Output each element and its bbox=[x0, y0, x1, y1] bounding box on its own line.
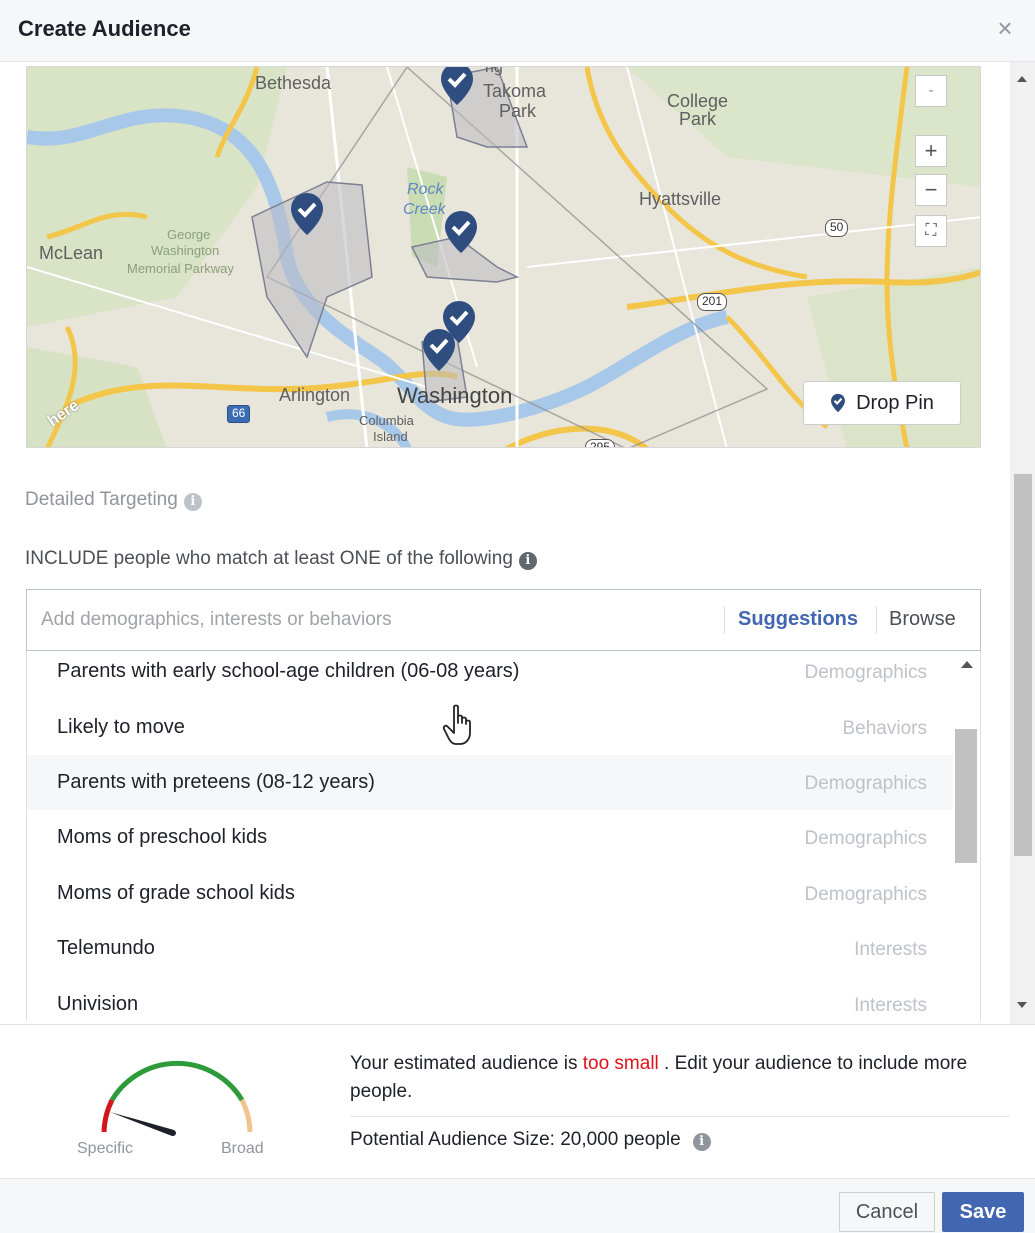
map-label-columbia: Columbia bbox=[359, 413, 414, 428]
info-icon[interactable]: i bbox=[692, 1133, 711, 1151]
map-label-fragment: ng bbox=[485, 66, 503, 76]
drop-pin-label: Drop Pin bbox=[856, 391, 934, 414]
close-icon[interactable]: × bbox=[991, 14, 1019, 42]
dialog-header: Create Audience × bbox=[0, 0, 1035, 62]
item-category: Demographics bbox=[804, 773, 928, 794]
map-label-bethesda: Bethesda bbox=[255, 73, 332, 93]
save-button[interactable]: Save bbox=[942, 1192, 1024, 1232]
targeting-search-input[interactable] bbox=[41, 604, 701, 636]
map-label-memorial: Memorial Parkway bbox=[127, 261, 234, 276]
dialog-body: Bethesda ng Takoma Park College Park Hya… bbox=[0, 62, 1035, 1024]
location-pin-icon[interactable] bbox=[289, 191, 325, 237]
item-name: Parents with preteens (08-12 years) bbox=[57, 771, 375, 793]
i66-shield: 66 bbox=[227, 405, 251, 423]
include-label: INCLUDE people who match at least ONE of… bbox=[25, 548, 537, 570]
drop-pin-button[interactable]: Drop Pin bbox=[803, 381, 961, 425]
dialog-title: Create Audience bbox=[18, 16, 191, 41]
map-label-takoma: Takoma bbox=[483, 81, 547, 101]
include-label-text: INCLUDE people who match at least ONE of… bbox=[25, 548, 513, 569]
scrollbar-thumb[interactable] bbox=[1014, 474, 1032, 856]
item-name: Univision bbox=[57, 993, 139, 1015]
map-label-takoma-park: Park bbox=[499, 101, 537, 121]
location-map[interactable]: Bethesda ng Takoma Park College Park Hya… bbox=[26, 66, 981, 448]
route201-shield: 201 bbox=[697, 293, 728, 311]
route295-shield: 295 bbox=[585, 439, 616, 447]
scroll-up-icon[interactable] bbox=[1017, 76, 1027, 82]
fit-bounds-icon[interactable]: ⛶ bbox=[915, 215, 947, 247]
map-label-washington: Washington bbox=[397, 383, 513, 408]
map-label-george: George bbox=[167, 227, 211, 242]
audience-estimate: Your estimated audience is too small . E… bbox=[350, 1050, 1000, 1106]
estimate-prefix: Your estimated audience is bbox=[350, 1053, 583, 1074]
map-label-creek: Creek bbox=[403, 201, 446, 218]
zoom-in-button[interactable]: + bbox=[915, 135, 947, 167]
list-item[interactable]: Parents with preteens (08-12 years) Demo… bbox=[27, 755, 953, 810]
item-name: Parents with early school-age children (… bbox=[57, 660, 520, 682]
list-item[interactable]: Moms of grade school kids Demographics bbox=[27, 866, 953, 921]
location-pin-icon[interactable] bbox=[439, 66, 475, 107]
item-category: Demographics bbox=[804, 828, 928, 849]
map-label-college-park: Park bbox=[679, 109, 717, 129]
divider bbox=[876, 606, 877, 634]
potential-size-text: Potential Audience Size: 20,000 people bbox=[350, 1129, 681, 1150]
divider bbox=[0, 1024, 1035, 1025]
browse-tab[interactable]: Browse bbox=[889, 608, 956, 631]
detailed-targeting-label: Detailed Targeting i bbox=[25, 489, 202, 511]
map-label-mclean: McLean bbox=[39, 243, 104, 263]
divider bbox=[724, 606, 725, 634]
item-name: Telemundo bbox=[57, 937, 155, 959]
info-icon[interactable]: i bbox=[518, 552, 537, 570]
item-category: Demographics bbox=[804, 662, 928, 683]
map-label-hyattsville: Hyattsville bbox=[639, 189, 722, 209]
suggestions-tab[interactable]: Suggestions bbox=[738, 608, 858, 631]
item-category: Interests bbox=[854, 939, 927, 960]
dropdown-scrollbar[interactable] bbox=[953, 651, 980, 1021]
item-category: Demographics bbox=[804, 884, 928, 905]
map-label-rock: Rock bbox=[407, 181, 444, 198]
scroll-down-icon[interactable] bbox=[1017, 1002, 1027, 1008]
scroll-up-icon[interactable] bbox=[961, 661, 973, 668]
info-icon[interactable]: i bbox=[183, 493, 202, 511]
item-name: Likely to move bbox=[57, 716, 185, 738]
suggestions-dropdown: Parents with early school-age children (… bbox=[26, 651, 981, 1021]
map-label-island: Island bbox=[373, 429, 408, 444]
gauge-needle bbox=[110, 1112, 176, 1136]
list-item[interactable]: Parents with early school-age children (… bbox=[27, 651, 953, 699]
item-name: Moms of preschool kids bbox=[57, 826, 268, 848]
detailed-targeting-text: Detailed Targeting bbox=[25, 489, 178, 510]
list-item[interactable]: Likely to move Behaviors bbox=[27, 700, 953, 755]
list-item[interactable]: Telemundo Interests bbox=[27, 921, 953, 976]
item-category: Interests bbox=[854, 995, 927, 1016]
location-pin-icon[interactable] bbox=[421, 327, 457, 373]
us50-shield: 50 bbox=[825, 219, 849, 237]
map-collapse-button[interactable]: - bbox=[915, 75, 947, 107]
hand-cursor-icon bbox=[442, 704, 471, 745]
list-item[interactable]: Univision Interests bbox=[27, 977, 953, 1021]
estimate-warning: too small bbox=[582, 1053, 659, 1074]
divider bbox=[350, 1116, 1010, 1117]
potential-audience-size: Potential Audience Size: 20,000 people i bbox=[350, 1129, 711, 1151]
item-name: Moms of grade school kids bbox=[57, 882, 295, 904]
map-label-arlington: Arlington bbox=[279, 385, 351, 405]
cancel-button[interactable]: Cancel bbox=[839, 1192, 935, 1232]
location-pin-icon[interactable] bbox=[443, 209, 479, 255]
gauge-specific-label: Specific bbox=[77, 1140, 134, 1157]
zoom-out-button[interactable]: − bbox=[915, 174, 947, 206]
targeting-search-box: Suggestions Browse bbox=[26, 589, 981, 651]
gauge-broad-label: Broad bbox=[221, 1140, 264, 1157]
dialog-scrollbar[interactable] bbox=[1010, 62, 1035, 1024]
scrollbar-thumb[interactable] bbox=[955, 729, 977, 863]
map-label-gw-parkway: Washington bbox=[151, 243, 220, 258]
pin-icon bbox=[831, 393, 846, 413]
list-item[interactable]: Moms of preschool kids Demographics bbox=[27, 810, 953, 865]
item-category: Behaviors bbox=[842, 718, 928, 739]
dialog-footer: Cancel Save bbox=[0, 1178, 1035, 1233]
